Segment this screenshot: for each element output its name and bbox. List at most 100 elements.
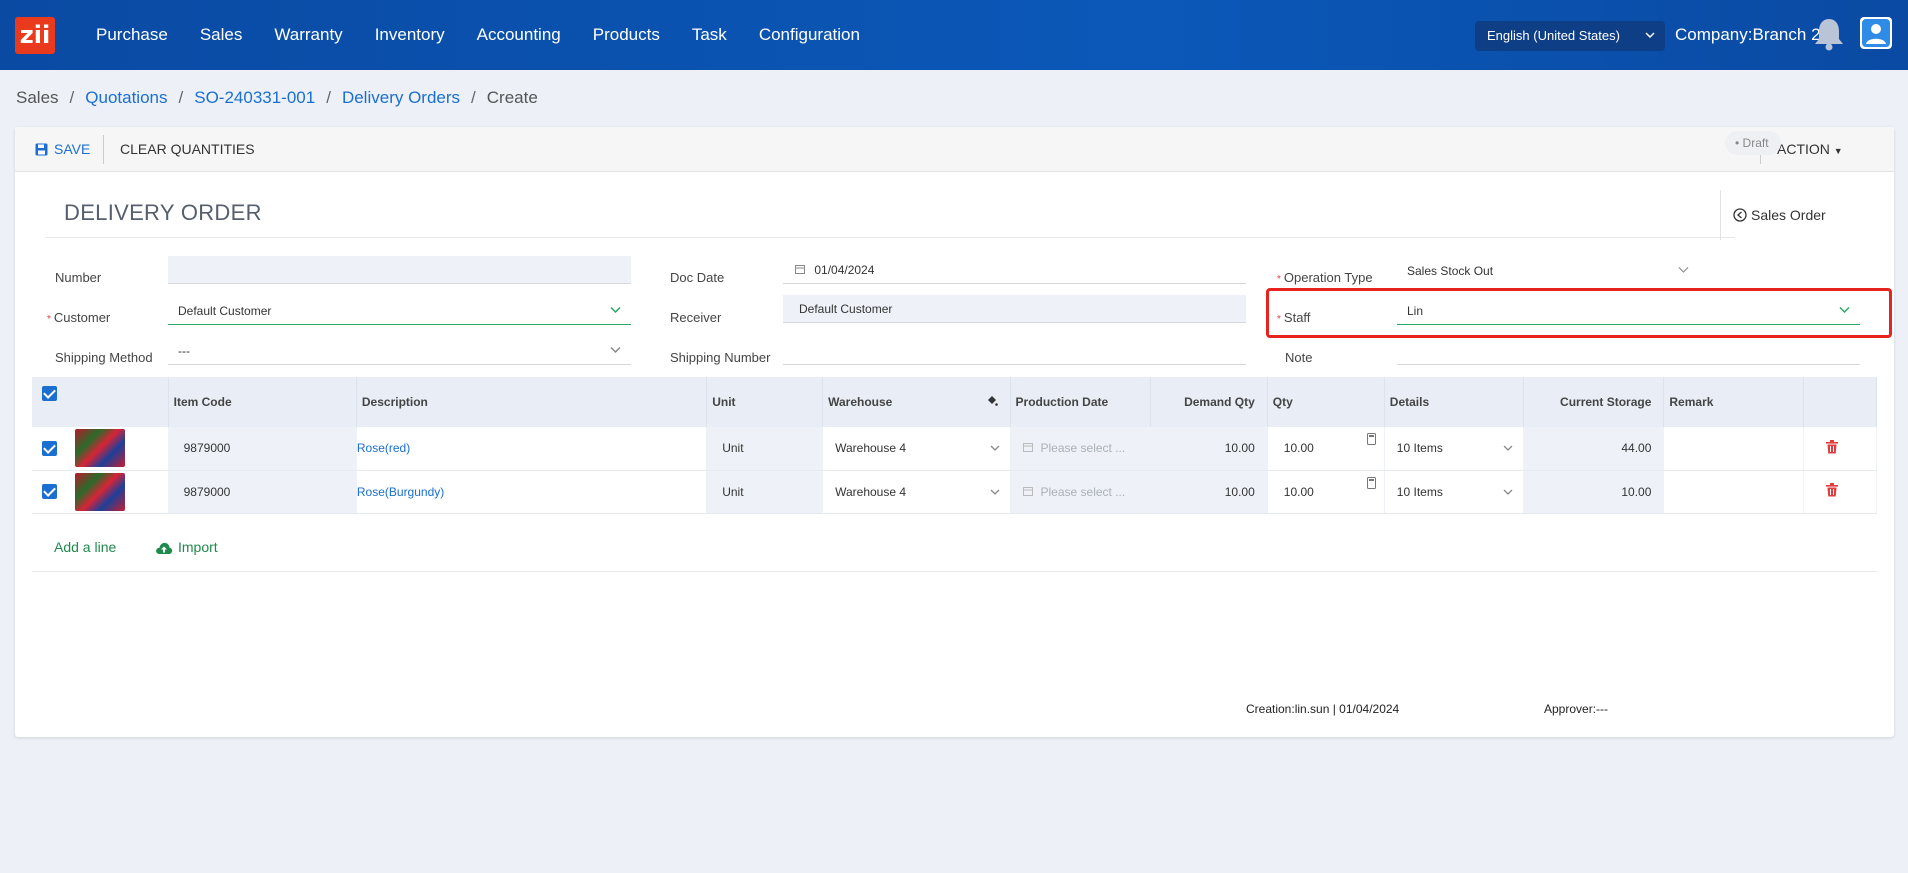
status-dot-icon: • [1735,136,1740,150]
select-all-header [32,377,169,427]
customer-select[interactable]: Default Customer [168,297,631,325]
breadcrumb-separator: / [69,88,75,107]
bell-icon[interactable] [1812,16,1846,52]
production-date-field[interactable]: Please select ... [1010,427,1151,471]
breadcrumb-separator: / [471,88,476,107]
breadcrumb-separator: / [178,88,184,107]
paint-bucket-icon[interactable] [986,395,998,410]
import-button[interactable]: Import [155,522,218,572]
qty-value: 10.00 [1283,484,1314,499]
trash-icon [1826,483,1838,500]
user-avatar-icon[interactable] [1860,17,1892,49]
shipping-method-label: Shipping Method [55,350,153,365]
delete-row-button[interactable] [1803,427,1877,471]
breadcrumb-quotations[interactable]: Quotations [85,88,167,108]
staff-highlight-box [1266,288,1892,338]
customer-label: * Customer [47,310,110,325]
table-row: 9879000 Rose(Burgundy) Unit Warehouse 4 … [32,470,1877,514]
description-link[interactable]: Rose(red) [357,441,410,455]
nav-products[interactable]: Products [583,25,670,45]
qty-input[interactable]: 10.00 [1267,427,1385,471]
col-warehouse[interactable]: Warehouse [822,377,1011,427]
app-logo[interactable]: zii [15,17,55,54]
production-date-field[interactable]: Please select ... [1010,470,1151,514]
calculator-icon[interactable] [1366,433,1376,448]
shipping-method-value: --- [178,344,190,358]
col-qty[interactable]: Qty [1267,377,1385,427]
col-warehouse-label: Warehouse [828,394,893,409]
row-select-cell [32,470,169,514]
chevron-down-icon [990,486,1000,500]
description-link[interactable]: Rose(Burgundy) [357,485,444,499]
remark-input[interactable] [1663,470,1805,514]
cloud-upload-icon [155,539,178,555]
chevron-down-icon [1678,257,1689,285]
note-field[interactable] [1397,337,1860,365]
chevron-down-icon [1503,486,1513,500]
shipping-number-field[interactable] [783,337,1246,365]
col-description[interactable]: Description [356,377,708,427]
main-nav: Purchase Sales Warranty Inventory Accoun… [80,0,876,70]
required-marker: * [47,314,51,325]
nav-configuration[interactable]: Configuration [749,25,870,45]
chevron-down-icon [1503,442,1513,456]
details-value: 10 Items [1396,441,1443,456]
company-label[interactable]: Company:Branch 2 [1675,0,1821,70]
warehouse-value: Warehouse 4 [835,484,907,499]
save-button[interactable]: SAVE [35,127,90,172]
page-title: DELIVERY ORDER [64,200,262,225]
doc-date-label: Doc Date [670,270,725,285]
col-actions [1803,377,1877,427]
details-select[interactable]: 10 Items [1384,470,1525,514]
number-field[interactable] [168,256,631,284]
col-details[interactable]: Details [1384,377,1525,427]
breadcrumb-delivery-orders[interactable]: Delivery Orders [342,88,460,108]
col-production-date[interactable]: Production Date [1010,377,1151,427]
calculator-icon[interactable] [1366,476,1376,492]
approver-info: Approver:--- [1544,702,1609,716]
col-demand-qty[interactable]: Demand Qty [1150,377,1268,427]
item-code-cell: 9879000 [168,427,357,471]
sales-order-link[interactable]: Sales Order [1720,190,1895,240]
item-code-cell: 9879000 [168,470,357,514]
col-current-storage[interactable]: Current Storage [1523,377,1665,427]
chevron-down-icon [610,337,621,365]
shipping-method-select[interactable]: --- [168,337,631,365]
production-date-placeholder: Please select ... [1040,441,1126,456]
current-storage-cell: 10.00 [1523,470,1665,514]
language-select[interactable]: English (United States) [1475,21,1665,51]
product-thumbnail [75,429,125,468]
doc-date-field[interactable]: 01/04/2024 [783,256,1246,284]
select-all-checkbox[interactable] [42,386,57,402]
warehouse-select[interactable]: Warehouse 4 [822,427,1011,471]
nav-accounting[interactable]: Accounting [467,25,571,45]
nav-sales[interactable]: Sales [190,25,253,45]
nav-inventory[interactable]: Inventory [365,25,455,45]
toolbar: SAVE CLEAR QUANTITIES ACTION ▼ [15,127,1894,172]
nav-purchase[interactable]: Purchase [86,25,178,45]
breadcrumb-sales-order[interactable]: SO-240331-001 [194,88,315,108]
status-badge: • Draft [1725,131,1781,155]
clear-quantities-button[interactable]: CLEAR QUANTITIES [120,127,255,172]
nav-task[interactable]: Task [682,25,737,45]
action-button[interactable]: ACTION ▼ [1777,127,1843,172]
col-item-code[interactable]: Item Code [168,377,357,427]
receiver-field[interactable]: Default Customer [783,295,1246,323]
title-divider [45,237,1735,238]
delete-row-button[interactable] [1803,470,1877,514]
row-checkbox[interactable] [42,440,57,456]
add-line-button[interactable]: Add a line [54,522,116,572]
operation-type-select[interactable]: Sales Stock Out [1397,257,1699,285]
calendar-icon [1022,485,1033,499]
calendar-icon [1022,441,1033,455]
qty-input[interactable]: 10.00 [1267,470,1385,514]
language-value: English (United States) [1487,28,1620,43]
col-unit[interactable]: Unit [706,377,824,427]
warehouse-select[interactable]: Warehouse 4 [822,470,1011,514]
remark-input[interactable] [1663,427,1805,471]
row-checkbox[interactable] [42,484,57,499]
details-select[interactable]: 10 Items [1384,427,1525,471]
nav-warranty[interactable]: Warranty [264,25,352,45]
breadcrumb-sales[interactable]: Sales [16,88,59,108]
col-remark[interactable]: Remark [1663,377,1805,427]
